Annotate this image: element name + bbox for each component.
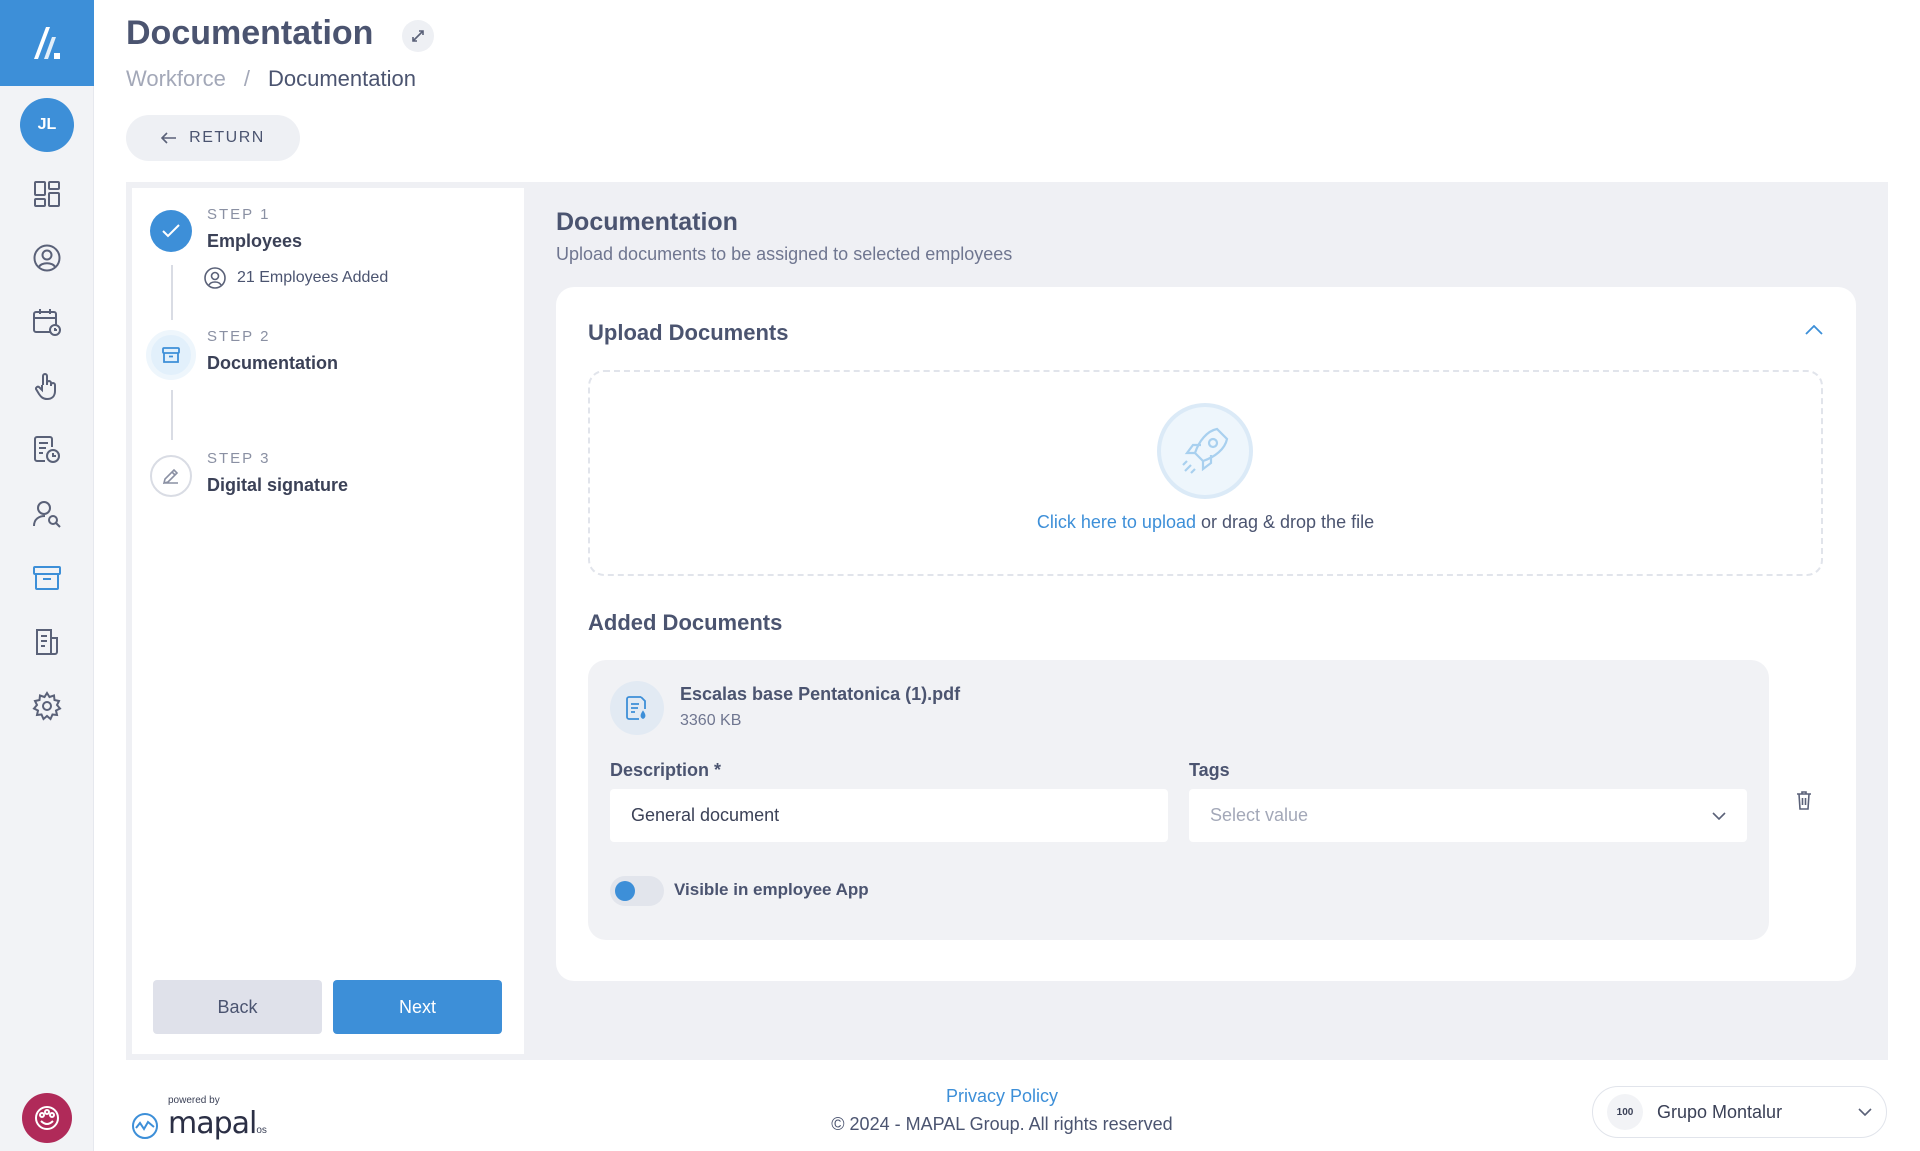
expand-button[interactable] xyxy=(402,20,434,52)
arrow-left-icon xyxy=(161,132,177,144)
employees-added-count: 21 Employees Added xyxy=(237,269,389,286)
delete-document-button[interactable] xyxy=(1790,786,1818,814)
section-title: Documentation xyxy=(556,208,738,236)
company-selector[interactable]: 100 Grupo Montalur xyxy=(1592,1086,1887,1138)
expand-icon xyxy=(412,30,424,42)
step-1-done-icon xyxy=(150,210,192,252)
page-title: Documentation xyxy=(126,14,374,52)
visible-in-app-toggle[interactable] xyxy=(610,876,664,906)
step-2-name: Documentation xyxy=(207,353,339,373)
file-size: 3360 KB xyxy=(680,712,742,729)
step-connector xyxy=(171,265,173,320)
chevron-down-icon xyxy=(1712,811,1726,820)
calendar-clock-icon[interactable] xyxy=(27,302,67,342)
tags-label: Tags xyxy=(1189,760,1230,780)
rocket-icon xyxy=(1157,403,1253,499)
step-2-number: STEP 2 xyxy=(207,328,271,345)
description-label: Description * xyxy=(610,760,721,781)
user-circle-icon[interactable] xyxy=(27,238,67,278)
back-button[interactable]: Back xyxy=(153,980,322,1034)
step-1-number: STEP 1 xyxy=(207,206,271,223)
step-3-name: Digital signature xyxy=(207,475,349,495)
required-mark: * xyxy=(714,760,722,780)
sidebar: JL xyxy=(0,0,94,1151)
tags-placeholder: Select value xyxy=(1210,805,1309,825)
touch-icon[interactable] xyxy=(27,366,67,406)
description-value: General document xyxy=(631,805,780,825)
archive-icon[interactable] xyxy=(27,558,67,598)
toggle-knob xyxy=(615,881,635,901)
description-input[interactable]: General document xyxy=(610,789,1168,842)
steps-panel xyxy=(132,188,524,1054)
next-button[interactable]: Next xyxy=(333,980,502,1034)
step-1-meta: 21 Employees Added xyxy=(203,266,388,290)
breadcrumb-separator: / xyxy=(243,66,250,91)
document-clock-icon[interactable] xyxy=(27,430,67,470)
breadcrumb: Workforce / Documentation xyxy=(126,66,416,92)
added-documents-title: Added Documents xyxy=(588,610,783,635)
step-3-pending-icon xyxy=(150,455,192,497)
breadcrumb-item-current: Documentation xyxy=(267,66,416,91)
step-connector xyxy=(171,390,173,440)
collapse-button[interactable] xyxy=(1800,316,1828,344)
step-2-current-icon xyxy=(146,330,196,380)
report-icon[interactable] xyxy=(27,622,67,662)
tags-select[interactable]: Select value xyxy=(1189,789,1747,842)
dashboard-icon[interactable] xyxy=(27,174,67,214)
user-search-icon[interactable] xyxy=(27,494,67,534)
company-name: Grupo Montalur xyxy=(1657,1101,1783,1122)
user-avatar[interactable]: JL xyxy=(20,98,74,152)
step-3-number: STEP 3 xyxy=(207,450,271,467)
privacy-policy-text[interactable]: Privacy Policy xyxy=(946,1086,1058,1106)
upload-drag-text: or drag & drop the file xyxy=(1195,512,1375,532)
upload-instructions: Click here to upload or drag & drop the … xyxy=(588,512,1823,533)
app-logo[interactable] xyxy=(0,0,94,86)
gear-icon[interactable] xyxy=(27,686,67,726)
chevron-down-icon xyxy=(1858,1108,1872,1116)
description-label-text: Description xyxy=(610,760,710,780)
upload-link[interactable]: Click here to upload xyxy=(1037,512,1196,532)
chevron-up-icon xyxy=(1805,325,1823,335)
return-button-label: RETURN xyxy=(189,129,265,146)
breadcrumb-item-workforce[interactable]: Workforce xyxy=(126,66,226,92)
trash-icon xyxy=(1797,791,1811,810)
visible-in-app-label: Visible in employee App xyxy=(674,880,869,899)
company-logo: 100 xyxy=(1607,1094,1643,1130)
upload-documents-title: Upload Documents xyxy=(588,320,789,345)
section-subtitle: Upload documents to be assigned to selec… xyxy=(556,244,1013,264)
file-icon xyxy=(610,681,664,735)
file-name: Escalas base Pentatonica (1).pdf xyxy=(680,684,961,704)
return-button[interactable]: RETURN xyxy=(126,115,300,161)
step-1-name: Employees xyxy=(207,231,303,251)
user-circle-icon xyxy=(204,267,226,289)
